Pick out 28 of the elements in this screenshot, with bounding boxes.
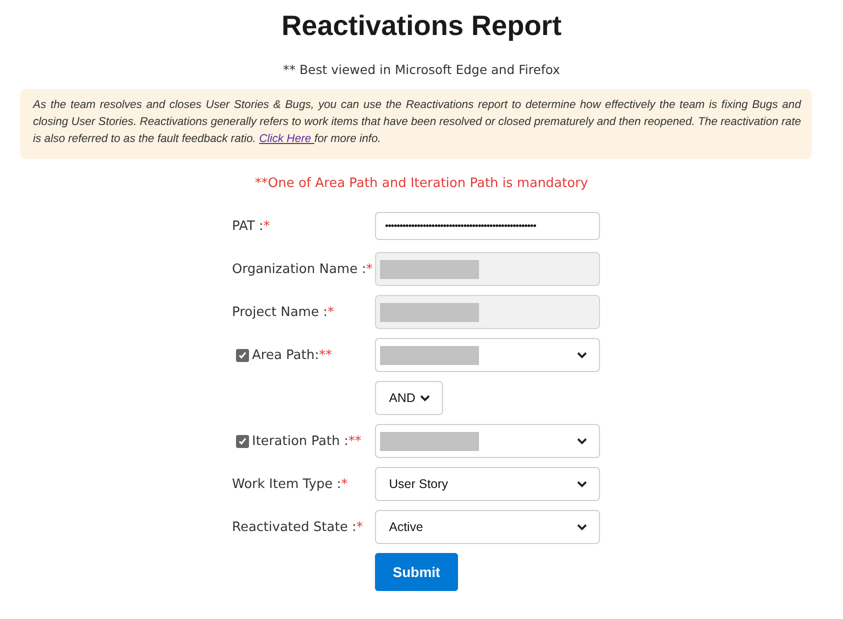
mandatory-note: **One of Area Path and Iteration Path is mandatory (254, 176, 590, 191)
dropdown[interactable] (375, 338, 600, 372)
caret-icon (577, 524, 587, 530)
submit-button[interactable]: Submit (375, 553, 458, 591)
field-label: Work Item Type :* (232, 476, 348, 492)
checkbox[interactable] (236, 348, 249, 362)
field-label: PAT :* (232, 218, 270, 234)
browser-note: ** Best viewed in Microsoft Edge and Firefox (282, 62, 562, 77)
field-label: Area Path:** (252, 348, 332, 362)
field-label: Organization Name :* (232, 262, 373, 276)
field-label: Reactivated State :* (232, 520, 363, 534)
caret-icon (577, 438, 587, 444)
info-note: As the team resolves and closes User Stories & Bugs, you can use the Reactivations report to determine how effectively the team is fixing Bugs and closing User Stories. Reactivations generally refers to work items that have been resolved or closed prematurely and then reopened. The reactivation rate is also referred to as the fault feedback ratio. Click Here for more info. (20, 89, 812, 159)
operator-dropdown[interactable]: AND (375, 381, 443, 415)
page-title: Reactivations Report (280, 10, 563, 42)
caret-icon (577, 480, 587, 488)
password-field[interactable]: •••••••••••••••••••••••••••••••••••••••••••••••••••• (375, 212, 600, 240)
checkbox[interactable] (236, 434, 249, 448)
caret-icon (420, 394, 430, 402)
click-here-link[interactable]: Click Here (259, 133, 314, 145)
checkmark-icon (238, 350, 247, 360)
caret-icon (577, 352, 587, 358)
dropdown[interactable]: Active (375, 510, 600, 544)
field-label: Project Name :* (232, 304, 334, 320)
checkmark-icon (238, 436, 247, 446)
dropdown[interactable] (375, 424, 600, 458)
field-label: Iteration Path :** (252, 434, 362, 448)
dropdown[interactable]: User Story (375, 467, 600, 501)
